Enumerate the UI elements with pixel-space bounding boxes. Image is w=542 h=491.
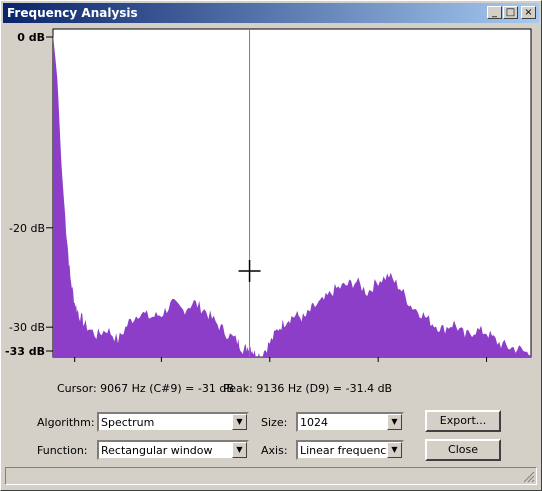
close-window-button[interactable]: ×: [521, 6, 536, 19]
chevron-down-icon[interactable]: ▼: [387, 442, 402, 458]
minimize-button[interactable]: _: [487, 6, 502, 19]
function-label: Function:: [37, 444, 88, 457]
size-value: 1024: [300, 416, 328, 429]
y-tick-label: -20 dB: [9, 222, 45, 235]
frequency-analysis-window: Frequency Analysis _ □ × 0 dB -20 dB -30 d…: [0, 0, 542, 491]
maximize-icon: □: [505, 7, 516, 18]
spectrum-chart[interactable]: 0 dB-20 dB-30 dB-33 dB1000 Hz5000 Hz1000…: [1, 23, 539, 363]
size-label: Size:: [261, 416, 288, 429]
chevron-down-icon[interactable]: ▼: [387, 414, 402, 430]
y-tick-label: 0 dB: [17, 31, 45, 44]
size-select[interactable]: 1024 ▼: [296, 412, 404, 432]
resize-grip-icon[interactable]: [523, 471, 535, 483]
export-button[interactable]: Export...: [425, 410, 501, 432]
axis-select[interactable]: Linear frequency ▼: [296, 440, 404, 460]
cursor-readout: Cursor: 9067 Hz (C#9) = -31 dB: [57, 382, 234, 395]
chevron-down-icon[interactable]: ▼: [232, 442, 247, 458]
maximize-button[interactable]: □: [503, 6, 518, 19]
peak-readout: Peak: 9136 Hz (D9) = -31.4 dB: [223, 382, 393, 395]
function-select[interactable]: Rectangular window ▼: [97, 440, 249, 460]
close-icon: ×: [524, 7, 533, 18]
window-title: Frequency Analysis: [7, 6, 138, 20]
axis-label: Axis:: [261, 444, 288, 457]
algorithm-select[interactable]: Spectrum ▼: [97, 412, 249, 432]
plot-background: [52, 28, 532, 358]
y-tick-label: -33 dB: [5, 345, 45, 358]
algorithm-label: Algorithm:: [37, 416, 95, 429]
y-tick-label: -30 dB: [9, 321, 45, 334]
chevron-down-icon[interactable]: ▼: [232, 414, 247, 430]
status-bar: [5, 467, 537, 485]
close-button[interactable]: Close: [425, 439, 501, 461]
function-value: Rectangular window: [101, 444, 213, 457]
minimize-icon: _: [492, 7, 497, 18]
title-bar[interactable]: Frequency Analysis _ □ ×: [3, 3, 539, 23]
algorithm-value: Spectrum: [101, 416, 155, 429]
axis-value: Linear frequency: [300, 444, 393, 457]
